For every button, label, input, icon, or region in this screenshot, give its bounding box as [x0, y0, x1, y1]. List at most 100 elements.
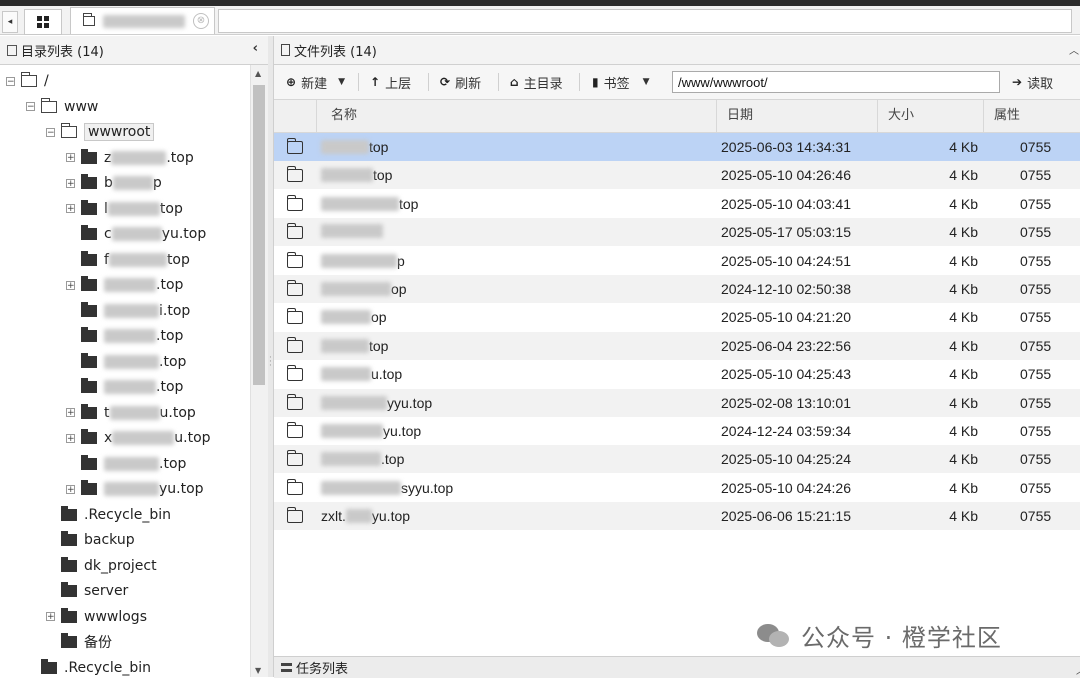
- task-panel-header[interactable]: 任务列表 ︿: [274, 656, 1080, 678]
- tree-node-label: .top: [104, 379, 183, 395]
- tree-node[interactable]: + yu.top: [66, 479, 204, 499]
- collapse-up-icon[interactable]: ︿: [1069, 42, 1079, 57]
- expand-plus-icon[interactable]: +: [66, 280, 75, 290]
- directory-scrollbar[interactable]: ▲ ▼: [250, 65, 268, 677]
- file-size: 4 Kb: [949, 281, 978, 297]
- file-row[interactable]: top 2025-05-10 04:26:46 4 Kb 0755: [274, 161, 1080, 190]
- refresh-button[interactable]: ⟳ 刷新: [440, 71, 481, 93]
- date-column-header[interactable]: 日期: [716, 100, 877, 132]
- tree-node[interactable]: .Recycle_bin: [26, 658, 151, 678]
- tree-node[interactable]: + z .top: [66, 148, 194, 168]
- tree-node[interactable]: + .top: [66, 275, 183, 295]
- expand-plus-icon[interactable]: +: [66, 484, 75, 494]
- tree-node[interactable]: 备份: [46, 632, 112, 652]
- file-row[interactable]: op 2025-05-10 04:21:20 4 Kb 0755: [274, 303, 1080, 331]
- redacted-text: [104, 329, 156, 343]
- expand-plus-icon[interactable]: +: [66, 433, 75, 443]
- read-path-button[interactable]: ➔ 读取: [1012, 71, 1053, 93]
- file-row[interactable]: yyu.top 2025-02-08 13:10:01 4 Kb 0755: [274, 388, 1080, 417]
- folder-icon: [83, 13, 95, 26]
- name-column-header[interactable]: 名称: [316, 100, 716, 132]
- tree-node[interactable]: backup: [46, 530, 135, 550]
- tree-node[interactable]: c yu.top: [66, 224, 206, 244]
- file-row[interactable]: p 2025-05-10 04:24:51 4 Kb 0755: [274, 247, 1080, 275]
- file-size: 4 Kb: [949, 479, 978, 496]
- perm-column-header[interactable]: 属性: [983, 100, 1080, 132]
- collapse-minus-icon[interactable]: −: [26, 102, 35, 112]
- tree-node[interactable]: f top: [66, 250, 190, 270]
- folder-icon: [41, 658, 57, 674]
- redacted-text: [112, 431, 175, 445]
- tree-node[interactable]: + wwwlogs: [46, 607, 147, 627]
- new-button[interactable]: ⊕ 新建 ▼: [286, 71, 345, 93]
- redacted-text: [321, 480, 401, 495]
- redacted-text: [321, 452, 381, 467]
- tree-node[interactable]: + b p: [66, 173, 162, 193]
- tree-node[interactable]: i.top: [66, 301, 190, 321]
- grid-icon: [37, 16, 49, 28]
- file-permission: 0755: [1020, 451, 1052, 468]
- tree-node[interactable]: + x u.top: [66, 428, 211, 448]
- file-size: 4 Kb: [949, 508, 978, 525]
- file-row[interactable]: u.top 2025-05-10 04:25:43 4 Kb 0755: [274, 360, 1080, 388]
- expand-up-icon[interactable]: ︿: [1076, 662, 1080, 677]
- folder-icon: [81, 327, 97, 342]
- tab-scroll-left-button[interactable]: ◂: [2, 11, 18, 33]
- file-permission: 0755: [1020, 252, 1052, 269]
- path-input[interactable]: [672, 71, 1000, 93]
- tab-strip: ◂ ⊗: [0, 6, 1080, 35]
- redacted-text: [345, 509, 372, 524]
- tree-node[interactable]: dk_project: [46, 556, 157, 576]
- bookmark-button[interactable]: ▮ 书签 ▼: [592, 71, 650, 93]
- file-date: 2025-05-10 04:03:41: [721, 195, 851, 212]
- collapse-minus-icon[interactable]: −: [6, 76, 15, 86]
- expand-plus-icon[interactable]: +: [46, 612, 55, 622]
- home-directory-label: 主目录: [523, 76, 563, 92]
- size-column-header[interactable]: 大小: [877, 100, 983, 132]
- collapse-minus-icon[interactable]: −: [46, 127, 55, 137]
- tree-node[interactable]: .top: [66, 352, 186, 372]
- redacted-text: [104, 278, 156, 292]
- tree-node[interactable]: + t u.top: [66, 403, 196, 423]
- scrollbar-thumb[interactable]: [253, 85, 265, 385]
- tree-node[interactable]: − /: [6, 71, 49, 91]
- file-row[interactable]: top 2025-05-10 04:03:41 4 Kb 0755: [274, 190, 1080, 218]
- scroll-down-arrow-icon[interactable]: ▼: [255, 666, 261, 675]
- collapse-panel-icon[interactable]: ‹: [253, 41, 258, 56]
- redacted-text: [321, 310, 371, 325]
- file-name: top: [321, 139, 388, 155]
- tree-node[interactable]: .Recycle_bin: [46, 505, 171, 525]
- folder-icon: [81, 454, 97, 470]
- folder-icon: [287, 138, 303, 154]
- tree-node[interactable]: + l top: [66, 199, 183, 219]
- directory-panel-title: 目录列表 (14): [21, 44, 104, 60]
- scroll-up-arrow-icon[interactable]: ▲: [255, 69, 261, 78]
- file-name: u.top: [321, 366, 402, 382]
- file-row[interactable]: top 2025-06-03 14:34:31 4 Kb 0755: [274, 133, 1080, 161]
- file-row[interactable]: yu.top 2024-12-24 03:59:34 4 Kb 0755: [274, 417, 1080, 445]
- tree-node[interactable]: server: [46, 581, 128, 601]
- home-directory-button[interactable]: ⌂ 主目录: [510, 71, 563, 93]
- expand-plus-icon[interactable]: +: [66, 408, 75, 418]
- tab-file-manager[interactable]: ⊗: [70, 7, 215, 34]
- tree-node[interactable]: .top: [66, 377, 183, 397]
- tree-node[interactable]: .top: [66, 326, 183, 346]
- file-row[interactable]: 2025-05-17 05:03:15 4 Kb 0755: [274, 218, 1080, 247]
- folder-icon: [81, 301, 97, 317]
- tree-node[interactable]: − wwwroot: [46, 122, 155, 142]
- grid-view-button[interactable]: [24, 9, 62, 35]
- bookmark-icon: ▮: [592, 75, 599, 89]
- tree-node[interactable]: − www: [26, 97, 98, 117]
- expand-plus-icon[interactable]: +: [66, 178, 75, 188]
- expand-plus-icon[interactable]: +: [66, 204, 75, 214]
- file-row[interactable]: syyu.top 2025-05-10 04:24:26 4 Kb 0755: [274, 474, 1080, 502]
- file-row[interactable]: op 2024-12-10 02:50:38 4 Kb 0755: [274, 275, 1080, 303]
- arrow-right-icon: ➔: [1012, 75, 1023, 89]
- tree-node[interactable]: .top: [66, 454, 186, 474]
- expand-plus-icon[interactable]: +: [66, 153, 75, 163]
- file-row[interactable]: top 2025-06-04 23:22:56 4 Kb 0755: [274, 331, 1080, 360]
- up-level-button[interactable]: ↑ 上层: [370, 71, 411, 93]
- file-row[interactable]: .top 2025-05-10 04:25:24 4 Kb 0755: [274, 445, 1080, 474]
- tab-close-icon[interactable]: ⊗: [193, 13, 209, 29]
- file-row[interactable]: zxlt. yu.top 2025-06-06 15:21:15 4 Kb 0755: [274, 502, 1080, 531]
